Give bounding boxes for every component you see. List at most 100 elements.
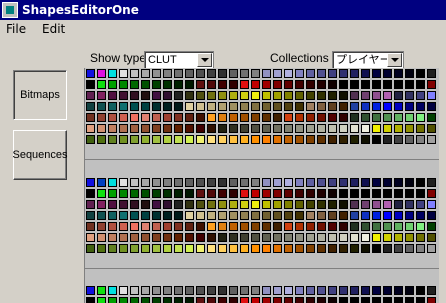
color-swatch[interactable] (394, 244, 403, 253)
color-swatch[interactable] (97, 113, 106, 122)
color-swatch[interactable] (185, 286, 194, 295)
color-swatch[interactable] (295, 244, 304, 253)
color-swatch[interactable] (361, 244, 370, 253)
color-swatch[interactable] (108, 135, 117, 144)
color-swatch[interactable] (262, 124, 271, 133)
color-swatch[interactable] (141, 297, 150, 303)
color-swatch[interactable] (174, 124, 183, 133)
color-swatch[interactable] (141, 222, 150, 231)
color-swatch[interactable] (97, 222, 106, 231)
color-swatch[interactable] (427, 244, 436, 253)
color-swatch[interactable] (317, 80, 326, 89)
color-swatch[interactable] (97, 124, 106, 133)
color-swatch[interactable] (240, 244, 249, 253)
show-type-dropdown-icon[interactable] (197, 53, 212, 67)
color-swatch[interactable] (284, 211, 293, 220)
color-swatch[interactable] (196, 124, 205, 133)
color-swatch[interactable] (295, 69, 304, 78)
color-swatch[interactable] (229, 211, 238, 220)
color-swatch[interactable] (306, 178, 315, 187)
color-swatch[interactable] (361, 80, 370, 89)
color-swatch[interactable] (207, 297, 216, 303)
color-swatch[interactable] (152, 113, 161, 122)
color-swatch[interactable] (141, 211, 150, 220)
color-swatch[interactable] (86, 189, 95, 198)
color-swatch[interactable] (108, 80, 117, 89)
color-swatch[interactable] (163, 102, 172, 111)
color-swatch[interactable] (119, 91, 128, 100)
color-swatch[interactable] (152, 222, 161, 231)
color-swatch[interactable] (361, 200, 370, 209)
color-swatch[interactable] (240, 91, 249, 100)
color-swatch[interactable] (262, 286, 271, 295)
color-swatch[interactable] (108, 69, 117, 78)
color-swatch[interactable] (262, 102, 271, 111)
color-swatch[interactable] (152, 91, 161, 100)
color-swatch[interactable] (185, 233, 194, 242)
color-swatch[interactable] (394, 113, 403, 122)
color-swatch[interactable] (273, 297, 282, 303)
color-swatch[interactable] (119, 113, 128, 122)
color-swatch[interactable] (119, 69, 128, 78)
color-swatch[interactable] (405, 91, 414, 100)
color-swatch[interactable] (317, 244, 326, 253)
color-swatch[interactable] (372, 297, 381, 303)
color-swatch[interactable] (295, 113, 304, 122)
color-swatch[interactable] (251, 286, 260, 295)
color-swatch[interactable] (284, 113, 293, 122)
color-swatch[interactable] (350, 286, 359, 295)
color-swatch[interactable] (163, 244, 172, 253)
color-swatch[interactable] (163, 297, 172, 303)
color-swatch[interactable] (86, 200, 95, 209)
color-swatch[interactable] (174, 80, 183, 89)
color-swatch[interactable] (130, 244, 139, 253)
color-swatch[interactable] (394, 222, 403, 231)
color-swatch[interactable] (328, 69, 337, 78)
color-swatch[interactable] (405, 297, 414, 303)
color-swatch[interactable] (350, 297, 359, 303)
color-swatch[interactable] (207, 178, 216, 187)
color-swatch[interactable] (108, 297, 117, 303)
color-swatch[interactable] (383, 189, 392, 198)
color-swatch[interactable] (141, 91, 150, 100)
color-swatch[interactable] (108, 124, 117, 133)
color-swatch[interactable] (328, 211, 337, 220)
color-swatch[interactable] (229, 69, 238, 78)
color-swatch[interactable] (372, 69, 381, 78)
color-swatch[interactable] (152, 233, 161, 242)
color-swatch[interactable] (394, 80, 403, 89)
color-swatch[interactable] (108, 189, 117, 198)
color-swatch[interactable] (339, 124, 348, 133)
color-swatch[interactable] (229, 91, 238, 100)
color-swatch[interactable] (207, 244, 216, 253)
color-swatch[interactable] (306, 200, 315, 209)
color-swatch[interactable] (196, 211, 205, 220)
color-swatch[interactable] (163, 200, 172, 209)
color-swatch[interactable] (306, 233, 315, 242)
color-swatch[interactable] (273, 189, 282, 198)
color-swatch[interactable] (207, 69, 216, 78)
color-swatch[interactable] (306, 244, 315, 253)
color-swatch[interactable] (130, 178, 139, 187)
color-swatch[interactable] (317, 189, 326, 198)
color-swatch[interactable] (284, 124, 293, 133)
color-swatch[interactable] (97, 91, 106, 100)
color-swatch[interactable] (339, 286, 348, 295)
color-swatch[interactable] (284, 69, 293, 78)
color-swatch[interactable] (251, 189, 260, 198)
color-swatch[interactable] (97, 211, 106, 220)
color-swatch[interactable] (372, 113, 381, 122)
color-swatch[interactable] (405, 178, 414, 187)
color-swatch[interactable] (427, 113, 436, 122)
color-swatch[interactable] (416, 80, 425, 89)
color-swatch[interactable] (174, 102, 183, 111)
color-swatch[interactable] (196, 91, 205, 100)
color-swatch[interactable] (328, 200, 337, 209)
color-swatch[interactable] (361, 189, 370, 198)
color-swatch[interactable] (141, 113, 150, 122)
color-swatch[interactable] (130, 200, 139, 209)
color-swatch[interactable] (405, 211, 414, 220)
color-swatch[interactable] (174, 233, 183, 242)
color-swatch[interactable] (328, 178, 337, 187)
color-swatch[interactable] (295, 222, 304, 231)
